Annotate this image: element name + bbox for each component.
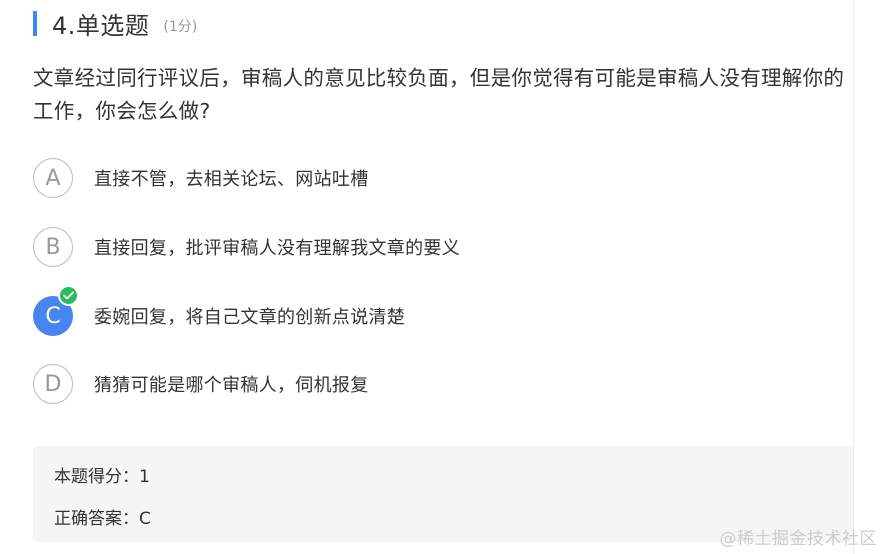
option-d-letter[interactable]: D <box>33 364 73 404</box>
question-type-title: 4.单选题 <box>52 11 150 40</box>
option-b-letter[interactable]: B <box>33 227 73 267</box>
option-b-text: 直接回复，批评审稿人没有理解我文章的要义 <box>94 238 460 259</box>
question-text: 文章经过同行评议后，审稿人的意见比较负面，但是你觉得有可能是审稿人没有理解你的工… <box>33 66 845 123</box>
correct-answer: 正确答案：C <box>54 509 151 529</box>
option-c-text: 委婉回复，将自己文章的创新点说清楚 <box>94 307 406 328</box>
option-c-letter-selected[interactable]: C <box>33 285 79 336</box>
option-c-letter: C <box>45 303 61 329</box>
option-c[interactable]: C 委婉回复，将自己文章的创新点说清楚 <box>33 285 733 337</box>
question-score-result: 本题得分：1 <box>54 467 150 487</box>
option-b[interactable]: B 直接回复，批评审稿人没有理解我文章的要义 <box>33 226 733 268</box>
option-a[interactable]: A 直接不管，去相关论坛、网站吐槽 <box>33 157 733 199</box>
title-accent-bar <box>33 10 37 36</box>
option-d-text: 猜猜可能是哪个审稿人，伺机报复 <box>94 375 369 396</box>
checkmark-glyph <box>63 291 74 300</box>
question-header: 4.单选题 (1分) <box>33 6 197 40</box>
option-a-letter[interactable]: A <box>33 158 73 198</box>
site-watermark: @稀土掘金技术社区 <box>719 529 877 549</box>
option-d[interactable]: D 猜猜可能是哪个审稿人，伺机报复 <box>33 363 733 405</box>
check-circle-icon <box>58 285 79 306</box>
option-a-text: 直接不管，去相关论坛、网站吐槽 <box>94 169 369 190</box>
question-points: (1分) <box>163 19 198 35</box>
content-right-border <box>853 0 854 554</box>
